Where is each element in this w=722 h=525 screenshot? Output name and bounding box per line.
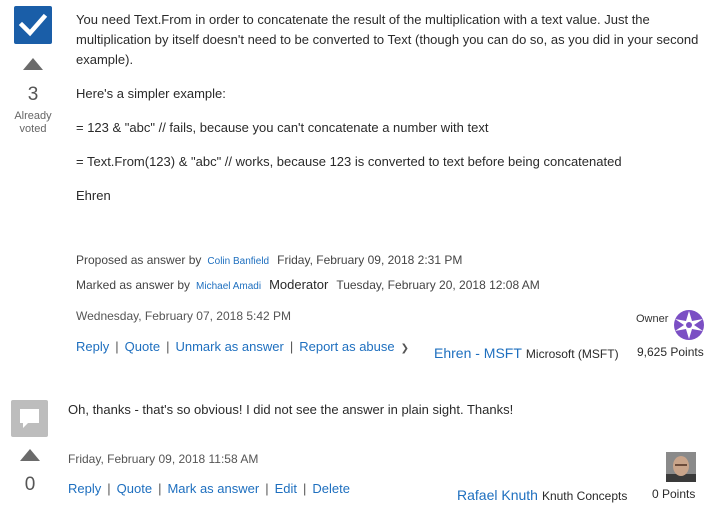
author-points: 0 Points <box>652 487 696 501</box>
author-org: Knuth Concepts <box>541 489 628 503</box>
reply-post: 0 Oh, thanks - that's so obvious! I did … <box>0 390 722 525</box>
author-name-link[interactable]: Rafael Knuth <box>457 487 538 503</box>
author-avatar[interactable] <box>673 309 705 341</box>
vote-up-icon[interactable] <box>20 448 40 461</box>
separator: | <box>115 339 119 354</box>
delete-link[interactable]: Delete <box>312 481 350 496</box>
separator: | <box>289 339 294 354</box>
answer-post: 3 Already voted You need Text.From in or… <box>0 0 722 372</box>
moderator-role: Moderator <box>269 277 329 292</box>
vote-status: Already voted <box>14 110 52 135</box>
quote-link[interactable]: Quote <box>125 339 160 354</box>
report-abuse-link[interactable]: Report as abuse <box>299 339 394 354</box>
post-body: Oh, thanks - that's so obvious! I did no… <box>68 400 708 420</box>
answered-checkmark-icon <box>14 6 52 44</box>
edit-link[interactable]: Edit <box>275 481 297 496</box>
post-paragraph: You need Text.From in order to concatena… <box>76 12 699 67</box>
separator: | <box>158 481 162 496</box>
separator: | <box>303 481 307 496</box>
marked-label: Marked as answer by <box>76 278 191 292</box>
author-points: 9,625 Points <box>637 345 704 359</box>
post-actions: Reply | Quote | Unmark as answer | Report as a… <box>76 339 409 354</box>
post-paragraph: = 123 & "abc" // fails, because you can'… <box>76 120 489 135</box>
proposed-label: Proposed as answer by <box>76 253 202 267</box>
owner-badge: Owner <box>636 313 669 325</box>
separator: | <box>265 481 269 496</box>
unmark-answer-link[interactable]: Unmark as answer <box>175 339 283 354</box>
separator: | <box>107 481 111 496</box>
proposed-as-answer-row: Proposed as answer by Colin Banfield Frida… <box>76 253 462 267</box>
quote-link[interactable]: Quote <box>117 481 152 496</box>
reply-link[interactable]: Reply <box>76 339 109 354</box>
post-timestamp: Friday, February 09, 2018 11:58 AM <box>68 452 259 466</box>
mark-answer-link[interactable]: Mark as answer <box>167 481 259 496</box>
post-paragraph: = Text.From(123) & "abc" // works, becau… <box>76 154 622 169</box>
post-timestamp: Wednesday, February 07, 2018 5:42 PM <box>76 309 292 323</box>
author-info: Rafael Knuth Knuth Concepts <box>457 487 627 505</box>
marked-as-answer-row: Marked as answer by Michael Amadi Moderato… <box>76 277 540 292</box>
post-body: You need Text.From in order to concatena… <box>76 10 716 206</box>
post-paragraph: Here's a simpler example: <box>76 86 226 101</box>
post-actions: Reply | Quote | Mark as answer | Edit | Delete <box>68 481 350 496</box>
vote-count: 3 <box>27 84 39 105</box>
author-org: Microsoft (MSFT) <box>525 347 619 361</box>
separator: | <box>166 339 170 354</box>
marked-date: Tuesday, February 20, 2018 12:08 AM <box>336 278 540 292</box>
author-avatar[interactable] <box>666 452 696 482</box>
proposed-date: Friday, February 09, 2018 2:31 PM <box>277 253 463 267</box>
vote-up-icon[interactable] <box>23 57 43 70</box>
proposer-link[interactable]: Colin Banfield <box>207 256 269 267</box>
post-signature: Ehren <box>76 188 111 203</box>
chevron-down-icon[interactable]: ❯ <box>401 343 409 354</box>
marker-link[interactable]: Michael Amadi <box>196 281 261 292</box>
speech-bubble-icon <box>11 400 48 437</box>
reply-link[interactable]: Reply <box>68 481 101 496</box>
author-info: Ehren - MSFT Microsoft (MSFT) <box>434 345 619 363</box>
post-paragraph: Oh, thanks - that's so obvious! I did no… <box>68 402 514 417</box>
author-name-link[interactable]: Ehren - MSFT <box>434 345 522 361</box>
vote-count: 0 <box>24 474 36 495</box>
